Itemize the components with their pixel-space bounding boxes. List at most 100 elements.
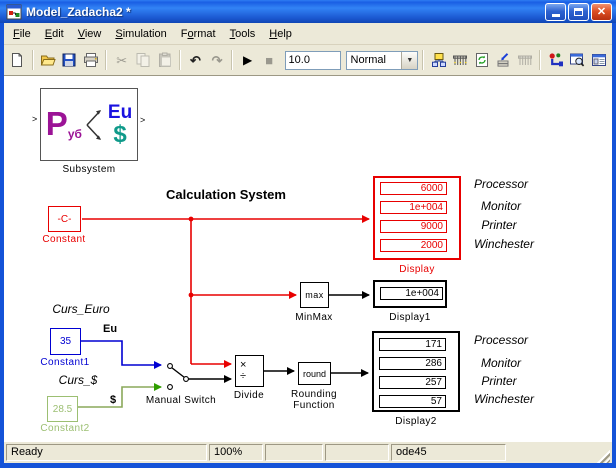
window-magnifier-icon xyxy=(570,53,585,67)
constant2-value: 28.5 xyxy=(52,403,73,415)
cut-button[interactable]: ✂ xyxy=(111,49,132,71)
block-subsystem[interactable]: Pуб Eu $ xyxy=(40,88,138,161)
window-panels-icon xyxy=(591,54,606,66)
status-state: Ready xyxy=(6,444,207,461)
undo-button[interactable]: ↶ xyxy=(185,49,206,71)
toolbar-separator xyxy=(422,50,425,70)
annotation-winchester[interactable]: Winchester xyxy=(474,237,534,251)
block-constant[interactable]: -C- xyxy=(48,206,81,232)
printer-icon xyxy=(84,53,99,67)
status-solver: ode45 xyxy=(391,444,506,461)
annotation-processor[interactable]: Processor xyxy=(474,177,528,191)
play-icon: ▶ xyxy=(243,53,253,67)
annotation-printer[interactable]: Printer xyxy=(481,374,516,388)
status-panel-empty xyxy=(265,444,323,461)
minimize-icon xyxy=(551,14,560,17)
block-minmax[interactable]: max xyxy=(300,282,329,308)
undo-icon: ↶ xyxy=(190,52,201,68)
close-button[interactable]: ✕ xyxy=(591,2,612,21)
display-value-row: 1e+004 xyxy=(380,287,443,300)
label-constant: Constant xyxy=(42,234,86,245)
display-value-row: 6000 xyxy=(380,182,447,195)
copy-button[interactable] xyxy=(133,49,154,71)
label-divide: Divide xyxy=(233,390,265,401)
annotation-curs-dollar[interactable]: Curs_$ xyxy=(59,373,98,387)
update-diagram-button[interactable] xyxy=(472,49,493,71)
block-constant2[interactable]: 28.5 xyxy=(47,396,78,422)
block-constant1[interactable]: 35 xyxy=(50,328,81,355)
redo-button[interactable]: ↷ xyxy=(207,49,228,71)
block-rounding-function[interactable]: round xyxy=(298,362,331,385)
new-file-icon xyxy=(12,53,23,67)
library-browser-button[interactable] xyxy=(545,49,566,71)
workspace-button[interactable] xyxy=(589,49,610,71)
display-value-row: 9000 xyxy=(380,220,447,233)
build-button[interactable] xyxy=(493,49,514,71)
toolbar-separator xyxy=(231,50,234,70)
open-model-button[interactable] xyxy=(38,49,59,71)
paste-icon xyxy=(158,52,171,67)
paste-button[interactable] xyxy=(155,49,176,71)
branch-arrows-icon xyxy=(86,109,101,140)
label-constant2: Constant2 xyxy=(40,423,90,434)
save-model-button[interactable] xyxy=(59,49,80,71)
menu-simulation[interactable]: Simulation xyxy=(108,25,173,43)
model-browser-icon xyxy=(431,53,446,67)
label-subsystem: Subsystem xyxy=(62,164,116,175)
print-button[interactable] xyxy=(81,49,102,71)
constant-value: -C- xyxy=(57,213,72,225)
simulation-stop-time-input[interactable] xyxy=(284,50,341,70)
menu-help[interactable]: Help xyxy=(262,25,299,43)
close-icon: ✕ xyxy=(596,6,607,18)
annotation-calculation-system[interactable]: Calculation System xyxy=(166,187,286,202)
rounding-text: round xyxy=(302,368,327,379)
minimize-button[interactable] xyxy=(545,2,566,21)
library-lock-button[interactable] xyxy=(515,49,536,71)
block-divide[interactable]: × ÷ xyxy=(235,355,264,387)
status-zoom: 100% xyxy=(209,444,263,461)
menu-format[interactable]: Format xyxy=(174,25,223,43)
signal-label-dollar[interactable]: $ xyxy=(110,394,116,406)
library-links-button[interactable] xyxy=(450,49,471,71)
new-model-button[interactable] xyxy=(7,49,28,71)
cut-icon: ✂ xyxy=(116,52,128,68)
label-rounding-line2: Function xyxy=(293,400,335,411)
statusbar: Ready 100% ode45 xyxy=(4,442,612,463)
titlebar: Model_Zadacha2 * ✕ xyxy=(0,0,616,23)
annotation-printer[interactable]: Printer xyxy=(481,218,516,232)
model-browser-button[interactable] xyxy=(428,49,449,71)
toolbar-separator xyxy=(31,50,34,70)
model-explorer-button[interactable] xyxy=(567,49,588,71)
subsystem-outport-icon: > xyxy=(140,115,146,125)
stop-simulation-button[interactable]: ■ xyxy=(259,49,280,71)
label-minmax: MinMax xyxy=(295,312,333,323)
toolbar-separator xyxy=(539,50,542,70)
redo-icon: ↷ xyxy=(211,52,223,68)
save-floppy-icon xyxy=(62,53,76,67)
simulation-mode-value: Normal xyxy=(350,54,386,66)
subsystem-currency-glyphs: Eu $ xyxy=(107,101,133,148)
menu-view[interactable]: View xyxy=(71,25,109,43)
open-folder-icon xyxy=(40,55,56,66)
maximize-button[interactable] xyxy=(568,2,589,21)
menu-tools[interactable]: Tools xyxy=(223,25,263,43)
display-value-row: 171 xyxy=(379,338,446,351)
display-value-row: 2000 xyxy=(380,239,447,252)
annotation-monitor[interactable]: Monitor xyxy=(481,356,521,370)
menu-edit[interactable]: Edit xyxy=(38,25,71,43)
menu-file[interactable]: File xyxy=(6,25,38,43)
block-display1[interactable]: 1e+004 xyxy=(373,280,447,308)
block-display2[interactable]: 171 286 257 57 xyxy=(372,331,460,412)
annotation-winchester[interactable]: Winchester xyxy=(474,392,534,406)
annotation-monitor[interactable]: Monitor xyxy=(481,199,521,213)
label-display: Display xyxy=(399,264,435,275)
fence-icon xyxy=(518,55,533,65)
block-display[interactable]: 6000 1e+004 9000 2000 xyxy=(373,176,461,260)
annotation-processor[interactable]: Processor xyxy=(474,333,528,347)
simulation-mode-select[interactable]: Normal ▼ xyxy=(345,50,419,70)
resize-grip[interactable] xyxy=(597,450,610,463)
annotation-curs-euro[interactable]: Curs_Euro xyxy=(52,302,109,316)
label-manual-switch[interactable]: Manual Switch xyxy=(146,395,216,406)
signal-label-eu[interactable]: Eu xyxy=(103,323,117,335)
start-simulation-button[interactable]: ▶ xyxy=(237,49,258,71)
